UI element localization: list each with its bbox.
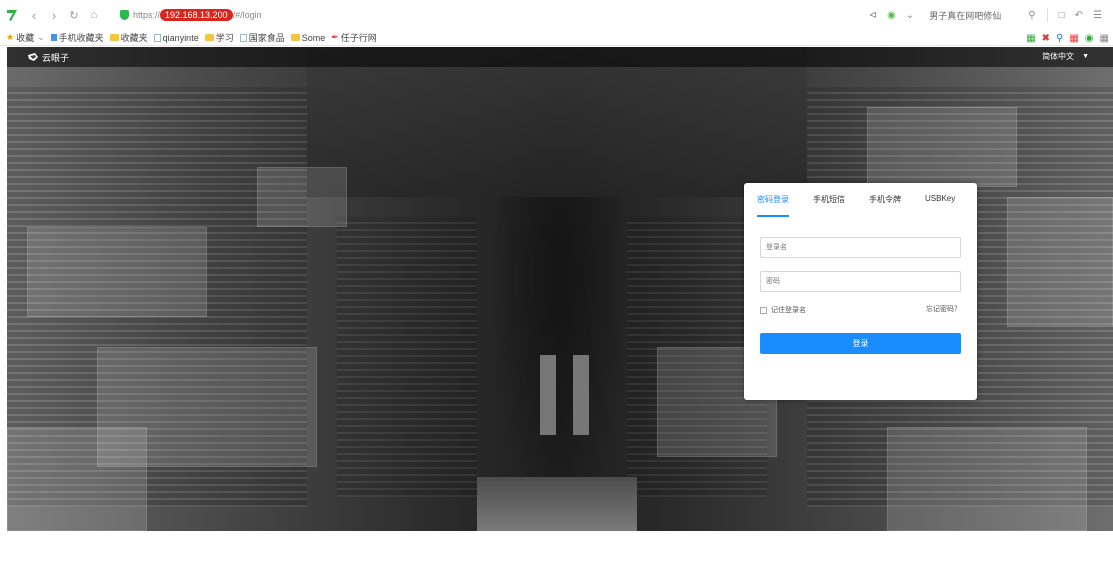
- scissors-icon[interactable]: ✖: [1042, 33, 1050, 44]
- remember-checkbox[interactable]: [760, 306, 767, 314]
- menu-icon[interactable]: ☰: [1093, 10, 1102, 21]
- toolbar-divider: [1046, 8, 1048, 22]
- bookmark-food[interactable]: 国家食品: [239, 31, 285, 44]
- tab-usbkey-login[interactable]: USBKey: [925, 194, 955, 216]
- bookmarks-bar: ★ 收藏 ⌄ 手机收藏夹 收藏夹 qianyinte 学习 国家食品 Some …: [0, 30, 1113, 46]
- tab-password-login[interactable]: 密码登录: [757, 194, 789, 217]
- login-tabs: 密码登录 手机短信 手机令牌 USBKey: [757, 194, 967, 217]
- bookmark-label: 任子行网: [340, 33, 377, 43]
- login-card: 密码登录 手机短信 手机令牌 USBKey 记住登录名 忘记密码？ 登录: [744, 183, 977, 400]
- tab-sms-login[interactable]: 手机短信: [813, 194, 845, 216]
- tab-token-login[interactable]: 手机令牌: [869, 194, 901, 216]
- chevron-down-icon[interactable]: ⌄: [906, 10, 914, 21]
- username-input[interactable]: [760, 237, 961, 258]
- bookmark-qianyinte[interactable]: qianyinte: [153, 32, 199, 43]
- background-panel: [27, 227, 207, 317]
- bookmark-study[interactable]: 学习: [204, 31, 234, 44]
- back-icon[interactable]: ‹: [26, 7, 42, 23]
- grid-apps-icon[interactable]: ▦: [1100, 33, 1109, 44]
- browser-logo-icon: [7, 10, 17, 21]
- bookmark-label: 国家食品: [248, 33, 285, 43]
- url-host: 192.168.13.200: [160, 9, 233, 21]
- feather-icon: ✒: [331, 32, 339, 42]
- search-suggestion[interactable]: 男子真在网吧修仙: [929, 9, 1001, 22]
- bookmark-some[interactable]: Some: [290, 32, 326, 43]
- folder-icon: [204, 34, 214, 41]
- background-door: [540, 355, 556, 435]
- login-page: 云眼子 简体中文 ▼ 密码登录 手机短信 手机令牌 USBKey 记住登录名 忘…: [7, 47, 1113, 531]
- mobile-icon: [50, 34, 57, 41]
- folder-icon: [290, 34, 300, 41]
- background-panel: [887, 427, 1087, 531]
- chart-icon[interactable]: ▦: [1026, 33, 1035, 44]
- browser-address-bar: ‹ › ↻ ⌂ https:// 192.168.13.200 /#/login…: [0, 0, 1113, 30]
- refresh-icon[interactable]: ↻: [66, 7, 82, 23]
- password-input[interactable]: [760, 271, 961, 292]
- url-field[interactable]: https:// 192.168.13.200 /#/login: [120, 6, 262, 24]
- forgot-password-link[interactable]: 忘记密码？: [926, 304, 961, 314]
- chevron-down-icon: ⌄: [37, 32, 45, 42]
- background-rack: [337, 217, 477, 497]
- bookmark-label: 收藏: [16, 33, 35, 43]
- forward-icon[interactable]: ›: [46, 7, 62, 23]
- background-panel: [257, 167, 347, 227]
- folder-icon: [109, 34, 119, 41]
- bookmark-label: 手机收藏夹: [58, 33, 104, 43]
- bookmark-label: qianyinte: [162, 32, 199, 43]
- remember-label: 记住登录名: [771, 307, 806, 314]
- home-icon[interactable]: ⌂: [86, 7, 102, 23]
- login-button[interactable]: 登录: [760, 333, 961, 354]
- bookmark-renzixing[interactable]: ✒ 任子行网: [331, 31, 377, 44]
- search-icon[interactable]: ⚲: [1056, 33, 1063, 44]
- site-logo-icon: [28, 53, 38, 61]
- bookmark-label: 学习: [215, 33, 234, 43]
- url-scheme: https://: [133, 10, 161, 20]
- background-ceiling: [307, 47, 807, 197]
- page-icon: [239, 33, 247, 42]
- bookmark-favorites[interactable]: ★ 收藏 ⌄: [6, 31, 45, 44]
- secure-shield-icon: [120, 10, 129, 20]
- bookmark-label: 收藏夹: [120, 33, 148, 43]
- background-panel: [1007, 197, 1113, 327]
- site-header: 云眼子 简体中文 ▼: [7, 47, 1113, 67]
- bookmark-mobile[interactable]: 手机收藏夹: [50, 31, 104, 44]
- tablet-icon[interactable]: □: [1059, 10, 1065, 21]
- bookmark-label: Some: [301, 32, 326, 43]
- remember-username[interactable]: 记住登录名: [760, 305, 806, 315]
- share-icon[interactable]: ⊲: [869, 10, 877, 21]
- browser-right-toolbar: ⊲ ◉ ⌄ 男子真在网吧修仙 ⚲ □ ↶ ☰: [864, 0, 1107, 30]
- page-icon: [153, 33, 161, 42]
- grid-icon[interactable]: ▦: [1069, 33, 1078, 44]
- background-door: [573, 355, 589, 435]
- background-panel: [867, 107, 1017, 187]
- plugin-icon[interactable]: ◉: [1085, 33, 1094, 44]
- background-panel: [7, 427, 147, 531]
- url-path: /#/login: [232, 10, 262, 20]
- extension-icon[interactable]: ◉: [887, 10, 896, 21]
- star-icon: ★: [6, 32, 15, 42]
- language-label: 简体中文: [1042, 52, 1075, 61]
- background-floor: [477, 477, 637, 531]
- search-icon[interactable]: ⚲: [1028, 10, 1035, 21]
- bookmarks-right-tools: ▦ ✖ ⚲ ▦ ◉ ▦: [1020, 30, 1109, 46]
- bookmark-folder[interactable]: 收藏夹: [109, 31, 148, 44]
- caret-down-icon: ▼: [1082, 53, 1089, 60]
- site-name: 云眼子: [42, 52, 70, 63]
- undo-icon[interactable]: ↶: [1075, 10, 1083, 21]
- language-selector[interactable]: 简体中文 ▼: [1042, 51, 1089, 62]
